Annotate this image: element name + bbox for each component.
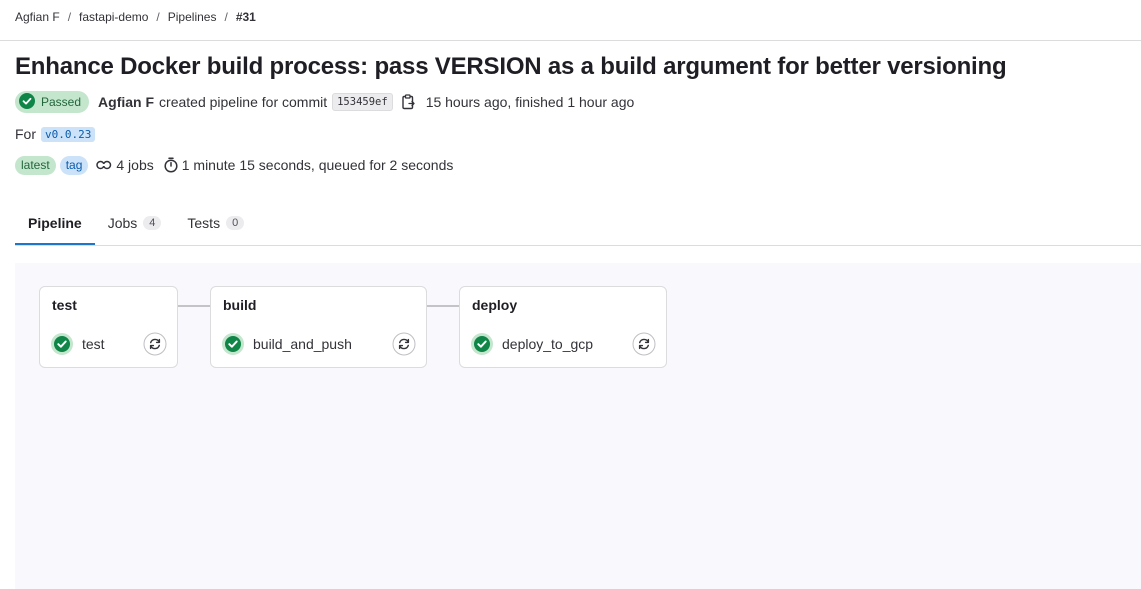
check-circle-icon	[50, 332, 74, 356]
retry-icon	[143, 332, 167, 356]
for-label: For	[15, 126, 36, 142]
duration-text: 1 minute 15 seconds, queued for 2 second…	[181, 157, 454, 173]
stage-build: build build_and_push	[210, 286, 427, 368]
created-text: created pipeline for commit	[159, 94, 328, 110]
job-name: deploy_to_gcp	[502, 336, 594, 352]
jobs-count: 4 jobs	[96, 157, 154, 173]
ref-row: For v0.0.23	[15, 126, 96, 142]
stage-connector	[178, 305, 210, 307]
page-title: Enhance Docker build process: pass VERSI…	[15, 53, 1007, 80]
breadcrumb-item-project[interactable]: fastapi-demo	[79, 10, 148, 24]
author-link[interactable]: Agfian F	[98, 94, 154, 110]
check-circle-icon	[470, 332, 494, 356]
job-build-and-push[interactable]: build_and_push	[221, 331, 416, 357]
breadcrumb-separator: /	[224, 10, 228, 24]
tab-jobs[interactable]: Jobs 4	[95, 200, 175, 245]
tab-label: Tests	[187, 214, 221, 231]
stage-title: build	[223, 297, 257, 313]
tab-label: Pipeline	[28, 214, 82, 231]
tab-count-badge: 0	[226, 215, 245, 230]
tab-tests[interactable]: Tests 0	[174, 200, 257, 245]
stage-connector	[427, 305, 459, 307]
tag-badge: tag	[59, 155, 89, 175]
pipeline-duration: 1 minute 15 seconds, queued for 2 second…	[164, 157, 454, 173]
retry-icon	[392, 332, 416, 356]
retry-button[interactable]	[392, 332, 416, 356]
retry-button[interactable]	[143, 332, 167, 356]
pipeline-time: 15 hours ago, finished 1 hour ago	[425, 94, 635, 110]
status-badge[interactable]: Passed	[15, 91, 90, 113]
job-test[interactable]: test	[50, 331, 167, 357]
jobs-count-text: 4 jobs	[116, 157, 154, 173]
latest-badge: latest	[15, 155, 56, 175]
breadcrumb-item-current[interactable]: #31	[236, 10, 256, 24]
breadcrumb-item-pipelines[interactable]: Pipelines	[168, 10, 217, 24]
tabs-divider	[15, 245, 1141, 246]
breadcrumb: Agfian F / fastapi-demo / Pipelines / #3…	[15, 10, 256, 24]
job-deploy-to-gcp[interactable]: deploy_to_gcp	[470, 331, 656, 357]
retry-icon	[632, 332, 656, 356]
stage-title: deploy	[472, 297, 518, 313]
pipeline-tabs: Pipeline Jobs 4 Tests 0	[15, 200, 257, 245]
breadcrumb-separator: /	[67, 10, 72, 24]
pipeline-graph: test test build build_and_push deploy de…	[15, 263, 1141, 589]
tab-pipeline[interactable]: Pipeline	[15, 200, 95, 245]
pipeline-meta: Passed Agfian F created pipeline for com…	[15, 91, 634, 113]
job-name: build_and_push	[253, 336, 352, 352]
header-divider	[0, 40, 1141, 41]
breadcrumb-separator: /	[156, 10, 160, 24]
timer-icon	[164, 157, 178, 173]
check-circle-icon	[221, 332, 245, 356]
ref-tag[interactable]: v0.0.23	[41, 126, 96, 142]
tab-count-badge: 4	[143, 215, 162, 230]
retry-button[interactable]	[632, 332, 656, 356]
commit-sha[interactable]: 153459ef	[332, 93, 393, 111]
pipeline-link-icon	[96, 158, 112, 172]
stage-title: test	[52, 297, 77, 313]
status-label: Passed	[41, 95, 82, 109]
check-circle-icon	[19, 92, 35, 112]
breadcrumb-item-user[interactable]: Agfian F	[15, 10, 60, 24]
job-name: test	[82, 336, 105, 352]
copy-sha-button[interactable]	[401, 93, 417, 111]
stage-deploy: deploy deploy_to_gcp	[459, 286, 667, 368]
pipeline-badges: latest tag 4 jobs 1 minute 15 seconds, q…	[15, 155, 453, 175]
stage-test: test test	[39, 286, 178, 368]
copy-icon	[402, 94, 415, 110]
tab-label: Jobs	[107, 214, 138, 231]
